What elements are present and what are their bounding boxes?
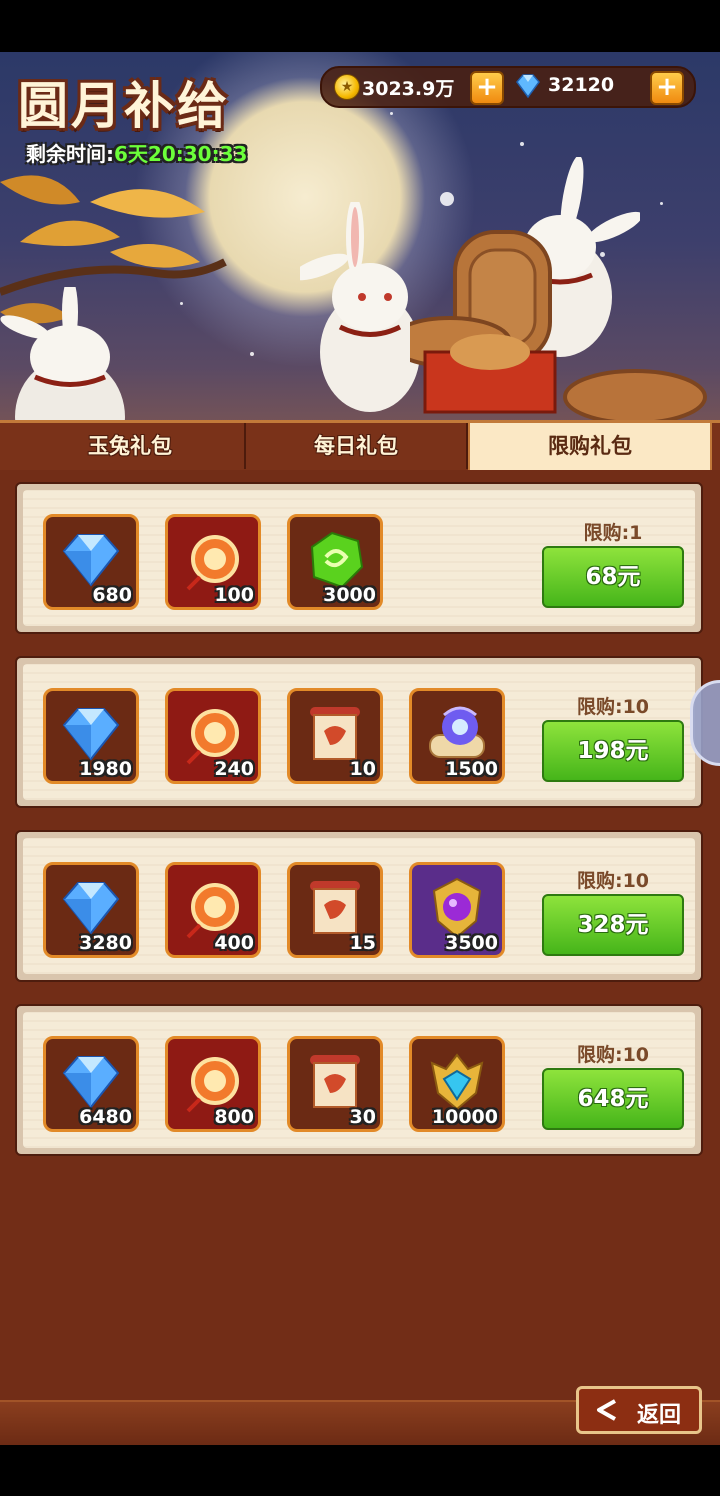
- tab-limited-pack[interactable]: 限购礼包: [468, 421, 712, 471]
- star: [520, 142, 524, 146]
- item-quantity: 10: [349, 758, 376, 780]
- buy-button[interactable]: 328元: [542, 894, 684, 956]
- item-quantity: 3280: [79, 932, 132, 954]
- item-quantity: 680: [92, 584, 132, 606]
- card-panel: 6480 800 30 10000 限购:10 648元: [23, 1012, 695, 1148]
- pack-list: 680 100 3000 限购:1 68元 1980 240 10 1500 限…: [0, 470, 720, 1400]
- tab-daily-pack[interactable]: 每日礼包: [246, 423, 468, 469]
- star: [390, 112, 393, 115]
- item-quantity: 240: [214, 758, 254, 780]
- reward-item-scroll[interactable]: 30: [287, 1036, 383, 1132]
- reward-item-purple-emblem[interactable]: 3500: [409, 862, 505, 958]
- reward-item-green-jade[interactable]: 3000: [287, 514, 383, 610]
- back-arrow-icon: [597, 1399, 616, 1421]
- item-quantity: 800: [214, 1106, 254, 1128]
- page-title: 圆月补给: [18, 77, 230, 135]
- reward-item-diamond[interactable]: 3280: [43, 862, 139, 958]
- coin-amount: 3023.9万: [362, 78, 455, 100]
- banner: 圆月补给 剩余时间:6天20:30:33 ★ 3023.9万 + 32120 +: [0, 52, 720, 472]
- card-panel: 680 100 3000 限购:1 68元: [23, 490, 695, 626]
- item-quantity: 6480: [79, 1106, 132, 1128]
- reward-item-lantern-coin[interactable]: 800: [165, 1036, 261, 1132]
- timer-value: 6天20:30:33: [114, 142, 248, 166]
- pack-card: 6480 800 30 10000 限购:10 648元: [15, 1004, 703, 1156]
- back-label: 返回: [637, 1403, 682, 1428]
- mooncake-icon: [410, 230, 707, 422]
- purchase-limit: 限购:10: [576, 870, 650, 892]
- item-quantity: 3000: [323, 584, 376, 606]
- reward-item-diamond[interactable]: 680: [43, 514, 139, 610]
- reward-item-scroll[interactable]: 10: [287, 688, 383, 784]
- countdown-timer: 剩余时间:6天20:30:33: [26, 138, 247, 167]
- side-drawer-handle[interactable]: [690, 680, 720, 766]
- gem-amount: 32120: [548, 74, 615, 96]
- buy-button[interactable]: 198元: [542, 720, 684, 782]
- back-button[interactable]: 返回: [576, 1386, 702, 1434]
- reward-item-scroll[interactable]: 15: [287, 862, 383, 958]
- reward-item-lantern-coin[interactable]: 240: [165, 688, 261, 784]
- reward-item-lantern-coin[interactable]: 400: [165, 862, 261, 958]
- item-quantity: 30: [349, 1106, 376, 1128]
- card-panel: 1980 240 10 1500 限购:10 198元: [23, 664, 695, 800]
- purchase-limit: 限购:1: [583, 522, 643, 544]
- item-quantity: 1500: [445, 758, 498, 780]
- item-quantity: 3500: [445, 932, 498, 954]
- buy-button[interactable]: 648元: [542, 1068, 684, 1130]
- pack-card: 1980 240 10 1500 限购:10 198元: [15, 656, 703, 808]
- tab-bar: 玉兔礼包 每日礼包 限购礼包: [0, 420, 720, 473]
- reward-item-spirit-scroll[interactable]: 1500: [409, 688, 505, 784]
- add-gems-button[interactable]: +: [650, 71, 684, 105]
- buy-button[interactable]: 68元: [542, 546, 684, 608]
- purchase-limit: 限购:10: [576, 1044, 650, 1066]
- timer-label: 剩余时间:: [26, 142, 114, 166]
- purchase-limit: 限购:10: [576, 696, 650, 718]
- reward-item-lantern-coin[interactable]: 100: [165, 514, 261, 610]
- gold-coin-icon: ★: [334, 74, 360, 100]
- pack-card: 3280 400 15 3500 限购:10 328元: [15, 830, 703, 982]
- star: [440, 192, 454, 206]
- currency-bar: ★ 3023.9万 + 32120 +: [320, 66, 696, 108]
- status-bar: [0, 0, 720, 52]
- reward-item-gold-crest[interactable]: 10000: [409, 1036, 505, 1132]
- reward-item-diamond[interactable]: 1980: [43, 688, 139, 784]
- star: [660, 202, 663, 205]
- item-quantity: 400: [214, 932, 254, 954]
- event-screen: 圆月补给 剩余时间:6天20:30:33 ★ 3023.9万 + 32120 +…: [0, 52, 720, 1445]
- item-quantity: 100: [214, 584, 254, 606]
- item-quantity: 15: [349, 932, 376, 954]
- card-panel: 3280 400 15 3500 限购:10 328元: [23, 838, 695, 974]
- system-nav-bar: [0, 1445, 720, 1496]
- diamond-icon: [516, 74, 540, 99]
- reward-item-diamond[interactable]: 6480: [43, 1036, 139, 1132]
- star: [250, 352, 254, 356]
- item-quantity: 1980: [79, 758, 132, 780]
- item-quantity: 10000: [431, 1106, 498, 1128]
- pack-card: 680 100 3000 限购:1 68元: [15, 482, 703, 634]
- tab-rabbit-pack[interactable]: 玉兔礼包: [16, 423, 246, 469]
- add-coins-button[interactable]: +: [470, 71, 504, 105]
